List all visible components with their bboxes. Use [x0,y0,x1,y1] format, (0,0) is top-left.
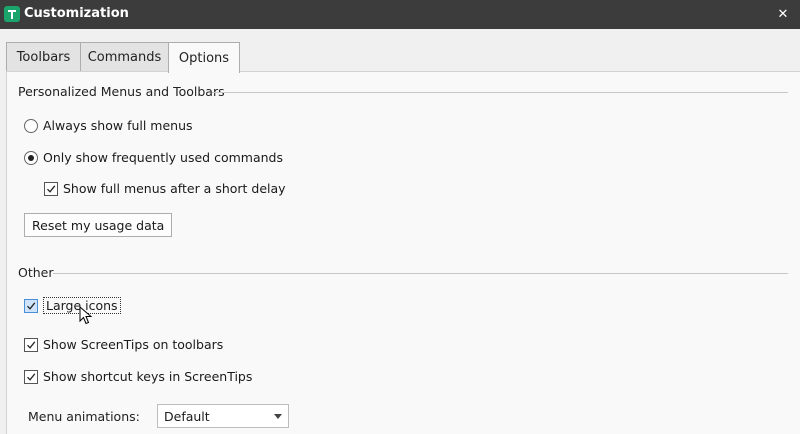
checkbox-show-full-menus-delay[interactable]: Show full menus after a short delay [44,181,286,196]
personalized-group-heading: Personalized Menus and Toolbars [18,84,225,99]
tab-label: Options [178,50,230,66]
checkbox[interactable] [24,298,38,313]
menu-animations-label: Menu animations: [28,409,140,424]
tab-label: Toolbars [16,49,71,65]
close-button[interactable]: ✕ [766,0,800,29]
checkbox-show-shortcut-keys[interactable]: Show shortcut keys in ScreenTips [24,369,252,384]
radio-always-show-full-menus[interactable]: Always show full menus [24,118,193,133]
radio-only-show-frequent-commands[interactable]: Only show frequently used commands [24,150,283,165]
checkmark-icon [27,372,36,381]
group-divider [53,273,788,274]
chevron-down-icon [274,414,282,419]
checkbox-label: Show ScreenTips on toolbars [43,337,224,352]
group-divider [212,92,788,93]
customization-app-icon [4,6,20,22]
checkmark-icon [47,184,56,193]
checkbox[interactable] [24,337,38,352]
other-group-heading: Other [18,265,54,280]
checkbox-show-screentips[interactable]: Show ScreenTips on toolbars [24,337,223,352]
radio-button[interactable] [24,118,38,133]
tab-commands[interactable]: Commands [80,42,169,71]
reset-usage-data-button[interactable]: Reset my usage data [24,213,173,237]
checkbox-label: Show shortcut keys in ScreenTips [43,369,253,384]
title-bar: Customization ✕ [0,0,800,29]
select-value: Default [164,408,210,424]
checkbox-large-icons[interactable]: Large icons [24,297,121,314]
menu-animations-select[interactable]: Default [157,404,289,428]
checkbox[interactable] [24,369,38,384]
checkmark-icon [27,340,36,349]
mouse-cursor-icon [79,306,93,325]
checkbox[interactable] [44,181,58,196]
radio-label: Always show full menus [43,118,193,133]
close-icon: ✕ [777,7,789,22]
tab-label: Commands [87,49,162,65]
tab-toolbars[interactable]: Toolbars [6,42,81,71]
tab-options[interactable]: Options [168,42,240,73]
checkmark-icon [27,301,36,310]
radio-label: Only show frequently used commands [43,150,283,165]
radio-button[interactable] [24,150,38,165]
checkbox-label: Show full menus after a short delay [63,181,286,196]
window-title: Customization [24,6,129,21]
